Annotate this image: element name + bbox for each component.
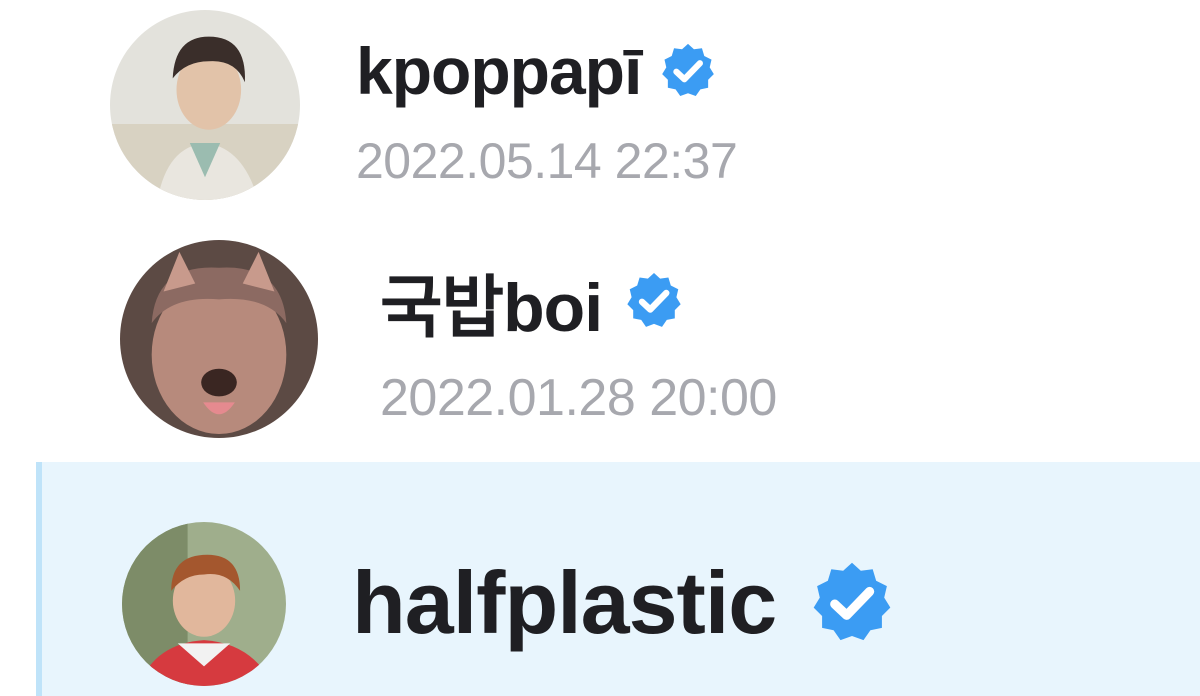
avatar[interactable] [120,240,318,438]
avatar[interactable] [122,522,286,686]
username-row: 국밥boi [380,256,686,346]
username[interactable]: kpoppapī [356,33,642,109]
username-row: halfplastic [352,548,898,658]
verified-badge-icon [657,40,719,102]
username[interactable]: 국밥boi [380,252,603,351]
verified-badge-icon [622,269,686,333]
verified-badge-icon [806,557,898,649]
username-row: kpoppapī [356,28,719,114]
timestamp: 2022.01.28 20:00 [380,369,777,427]
avatar[interactable] [110,10,300,200]
username[interactable]: halfplastic [352,552,777,654]
timestamp: 2022.05.14 22:37 [356,133,738,189]
